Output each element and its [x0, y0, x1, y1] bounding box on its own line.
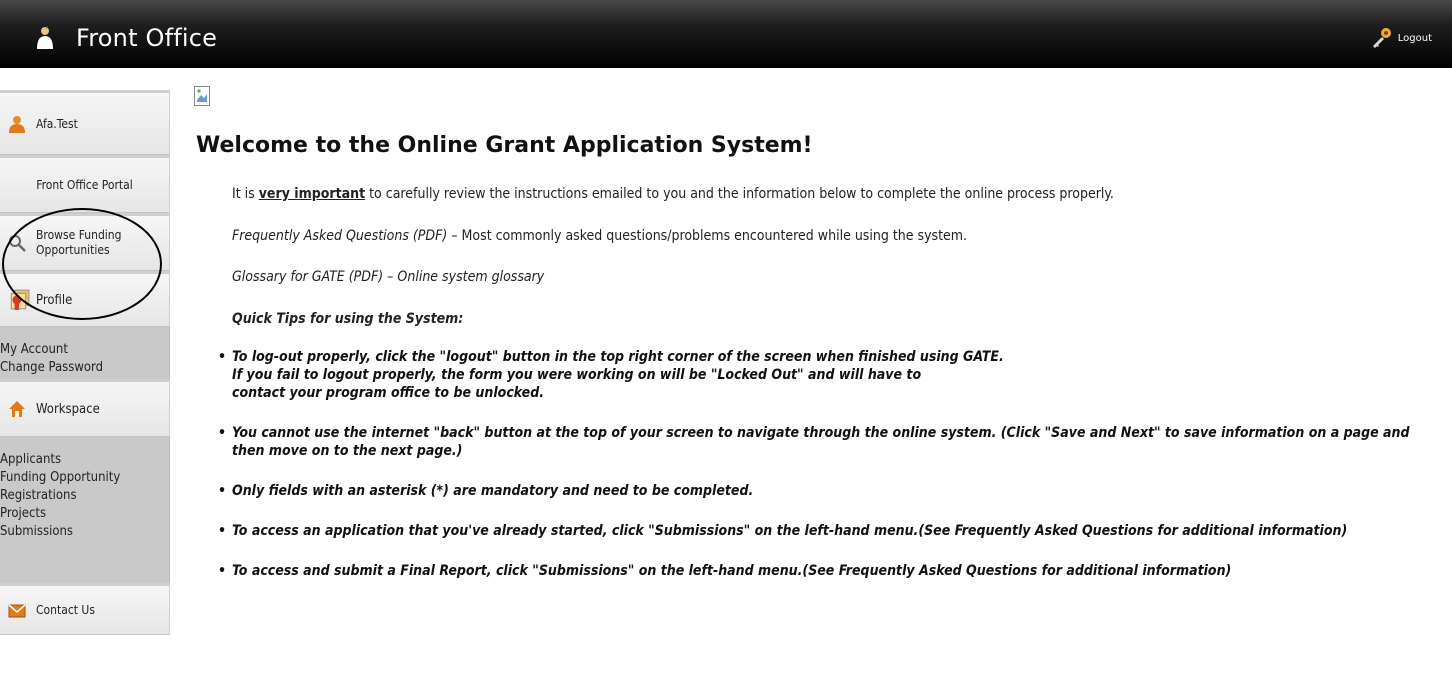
list-item: Only fields with an asterisk (*) are man… [218, 482, 1410, 500]
sidebar-user-label: Afa.Test [36, 116, 78, 131]
faq-link[interactable]: Frequently Asked Questions (PDF) [232, 228, 447, 244]
list-item: To log-out properly, click the "logout" … [218, 348, 1410, 402]
tip-1-line-3: contact your program office to be unlock… [232, 385, 544, 401]
sidebar-item-contact[interactable]: Contact Us [0, 583, 170, 635]
sidebar-link-funding-opportunity[interactable]: Funding Opportunity [0, 469, 169, 487]
logout-button[interactable]: Logout [1370, 26, 1432, 50]
sidebar-contact-label: Contact Us [36, 603, 95, 617]
sidebar-link-registrations[interactable]: Registrations [0, 487, 169, 505]
sidebar-user[interactable]: Afa.Test [0, 90, 170, 155]
sidebar-link-change-password[interactable]: Change Password [0, 359, 169, 377]
sidebar-link-submissions[interactable]: Submissions [0, 523, 169, 541]
broken-image-icon [194, 86, 210, 106]
list-item: To access an application that you've alr… [218, 522, 1410, 540]
intro-pre: It is [232, 186, 259, 202]
brand: Front Office [34, 24, 217, 52]
tip-4-line-1: To access an application that you've alr… [232, 523, 1348, 539]
key-icon [1372, 28, 1391, 48]
sidebar-link-projects[interactable]: Projects [0, 505, 169, 523]
sidebar-link-my-account[interactable]: My Account [0, 341, 169, 359]
tips-title: Quick Tips for using the System: [232, 311, 464, 327]
tips-list: To log-out properly, click the "logout" … [218, 348, 1410, 580]
list-item: You cannot use the internet "back" butto… [218, 424, 1410, 460]
top-bar: Front Office Logout [0, 0, 1452, 68]
intro-paragraph: It is very important to carefully review… [232, 186, 1114, 202]
sidebar-workspace-links: Applicants Funding Opportunity Registrat… [0, 437, 170, 583]
browse-line2: Opportunities [36, 243, 110, 257]
sidebar-link-applicants[interactable]: Applicants [0, 451, 169, 469]
app-title: Front Office [76, 24, 218, 52]
envelope-icon [8, 604, 26, 618]
sidebar-item-portal[interactable]: Front Office Portal [0, 155, 170, 213]
home-icon [9, 401, 25, 417]
tip-5-line-1: To access and submit a Final Report, cli… [232, 563, 1232, 579]
sidebar-item-workspace[interactable]: Workspace [0, 379, 170, 437]
sidebar-item-browse[interactable]: Browse Funding Opportunities [0, 213, 170, 271]
intro-post: to carefully review the instructions ema… [365, 186, 1114, 202]
page-title: Welcome to the Online Grant Application … [196, 133, 813, 158]
faq-paragraph: Frequently Asked Questions (PDF) – Most … [232, 228, 967, 244]
magnifier-icon [9, 235, 26, 252]
tip-1-line-2: If you fail to logout properly, the form… [232, 367, 922, 383]
glossary-link[interactable]: Glossary for GATE (PDF) [232, 269, 383, 285]
intro-emphasis: very important [258, 186, 366, 202]
sidebar: Afa.Test Front Office Portal Browse Fund… [0, 90, 170, 635]
sidebar-browse-label: Browse Funding Opportunities [36, 228, 122, 258]
tip-1-line-1: To log-out properly, click the "logout" … [232, 349, 1004, 365]
list-item: To access and submit a Final Report, cli… [218, 562, 1410, 580]
logout-label: Logout [1397, 32, 1432, 44]
tip-2-line-1: You cannot use the internet "back" butto… [232, 425, 1410, 441]
glossary-desc: – Online system glossary [383, 269, 545, 285]
sidebar-account-links: My Account Change Password [0, 327, 170, 379]
tip-2-line-2: then move on to the next page.) [232, 443, 463, 459]
browse-line1: Browse Funding [36, 228, 122, 242]
user-icon [9, 115, 25, 133]
sidebar-item-profile[interactable]: Profile [0, 271, 170, 327]
profile-icon [10, 289, 30, 310]
faq-desc: – Most commonly asked questions/problems… [447, 228, 968, 244]
glossary-paragraph: Glossary for GATE (PDF) – Online system … [232, 269, 544, 285]
sidebar-profile-label: Profile [36, 292, 73, 308]
sidebar-portal-label: Front Office Portal [36, 178, 133, 192]
sidebar-workspace-label: Workspace [36, 401, 100, 417]
tip-3-line-1: Only fields with an asterisk (*) are man… [232, 483, 754, 499]
person-icon [37, 26, 53, 49]
